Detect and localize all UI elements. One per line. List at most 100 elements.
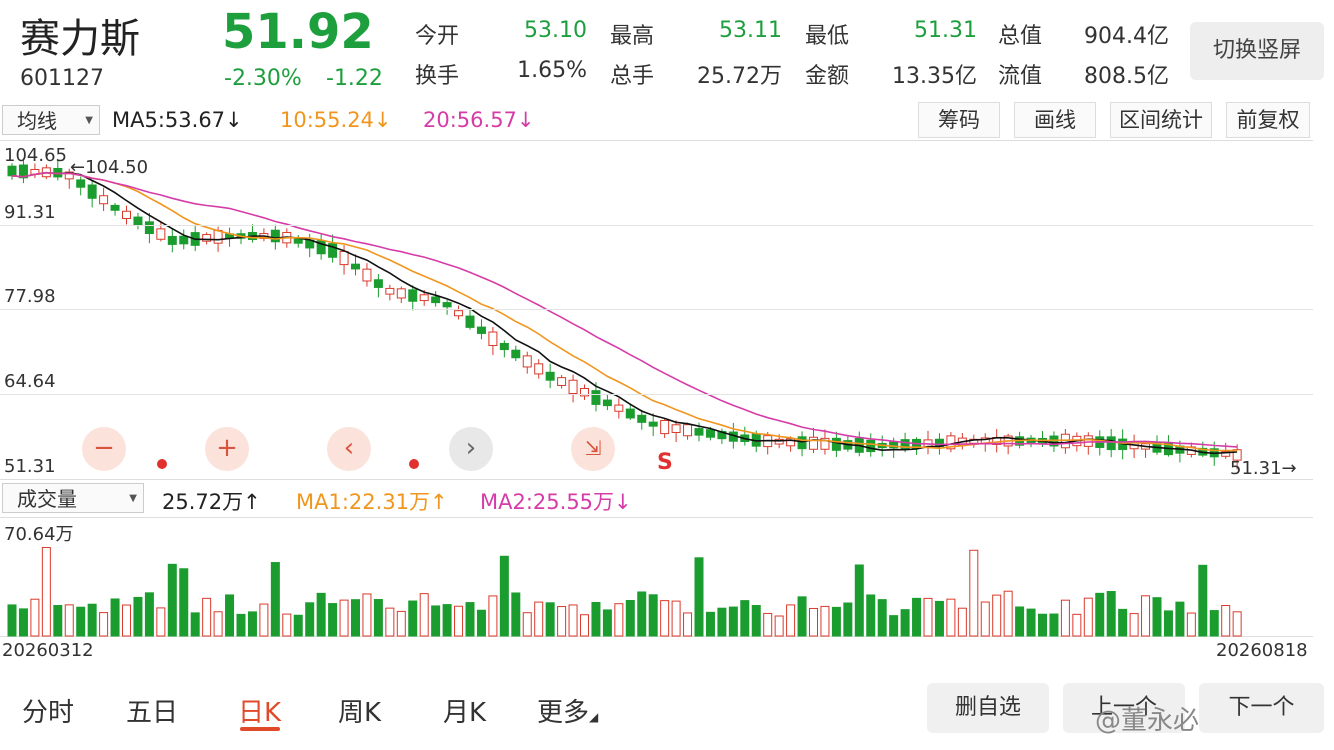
volume-bar: [305, 602, 315, 637]
candle: [362, 268, 372, 282]
candle: [179, 235, 189, 245]
date-end: 20260818: [1216, 640, 1308, 661]
candle: [511, 349, 521, 359]
zoom-out-button[interactable]: −: [82, 427, 126, 471]
interval-stats-button[interactable]: 区间统计: [1110, 102, 1212, 138]
tab-intraday[interactable]: 分时: [22, 692, 74, 729]
volume-bar: [763, 612, 773, 637]
price-axis-bottom: 51.31: [4, 456, 56, 477]
volume-bar: [557, 606, 567, 637]
next-stock-button[interactable]: 下一个: [1199, 683, 1324, 733]
candle: [660, 419, 670, 435]
candle: [476, 326, 486, 334]
price-axis-3: 77.98: [4, 286, 56, 307]
candle: [866, 439, 876, 453]
s-marker: S: [657, 450, 673, 475]
forward-adjust-button[interactable]: 前复权: [1226, 102, 1310, 138]
volume-bar: [1106, 591, 1116, 637]
volume-label: 25.72万↑: [162, 490, 261, 514]
ma-type-select[interactable]: 均线 ▼: [2, 105, 100, 135]
candle: [431, 296, 441, 304]
ma-type-label: 均线: [17, 109, 57, 133]
volume-bar: [396, 610, 406, 637]
prev-button[interactable]: ‹: [327, 427, 371, 471]
price-axis-top: 104.65: [4, 145, 67, 166]
quote-open-label: 今开: [415, 24, 460, 49]
active-tab-underline: [240, 727, 280, 731]
volume-bar: [270, 562, 280, 637]
volume-bar: [1221, 605, 1231, 637]
volume-bar: [889, 615, 899, 637]
volume-bar: [831, 606, 841, 637]
volume-bar: [99, 612, 109, 637]
candle: [442, 302, 452, 308]
volume-bar: [476, 609, 486, 637]
volume-bar: [786, 604, 796, 637]
volume-bar: [854, 564, 864, 637]
quote-mcap-label: 总值: [998, 24, 1043, 49]
candle: [797, 436, 807, 450]
volume-bar: [648, 594, 658, 637]
volume-bar: [602, 609, 612, 637]
volume-bar: [980, 601, 990, 637]
tab-more[interactable]: 更多◢: [537, 692, 598, 729]
shrink-arrows-icon[interactable]: ⇲: [571, 427, 615, 471]
volume-bar: [442, 604, 452, 637]
candle: [614, 404, 624, 412]
tab-weekly-k[interactable]: 周K: [338, 692, 381, 729]
tab-five-day[interactable]: 五日: [126, 692, 178, 729]
volume-bar: [408, 600, 418, 637]
quote-high-value: 53.11: [719, 18, 782, 43]
candle: [499, 342, 509, 351]
quote-low-value: 51.31: [914, 18, 977, 43]
candle: [419, 294, 429, 302]
volume-type-select[interactable]: 成交量 ▼: [2, 483, 144, 513]
candle: [625, 408, 635, 419]
volume-axis-top: 70.64万: [4, 524, 74, 545]
volume-bar: [202, 597, 212, 637]
volume-bar: [351, 599, 360, 637]
vol-ma1-label: MA1:22.31万↑: [296, 490, 448, 514]
volume-chart[interactable]: [0, 517, 1313, 637]
volume-bar: [122, 604, 131, 637]
kline-chart[interactable]: [0, 140, 1313, 480]
quote-float-value: 808.5亿: [1084, 64, 1169, 89]
quote-amount-label: 金额: [805, 64, 850, 89]
candle: [373, 279, 383, 288]
candle: [454, 310, 464, 317]
high-annotation: ←104.50: [70, 157, 149, 178]
volume-bar: [568, 604, 578, 637]
volume-bar: [797, 596, 807, 637]
ma5-label: MA5:53.67↓: [112, 108, 243, 132]
vol-ma2-label: MA2:25.55万↓: [480, 490, 632, 514]
remove-watchlist-button[interactable]: 删自选: [927, 683, 1049, 733]
volume-bar: [454, 605, 464, 637]
volume-bar: [934, 600, 944, 637]
volume-bar: [1209, 610, 1219, 637]
candle: [270, 229, 280, 243]
candle: [396, 288, 406, 299]
zoom-in-button[interactable]: +: [205, 427, 249, 471]
chips-button[interactable]: 筹码: [918, 102, 1000, 138]
low-annotation: 51.31→: [1230, 458, 1297, 479]
switch-portrait-button[interactable]: 切换竖屏: [1190, 22, 1324, 80]
volume-bar: [1141, 595, 1151, 637]
candle: [683, 424, 693, 437]
volume-bar: [144, 592, 154, 637]
volume-bar: [1060, 599, 1070, 637]
grid-line: [0, 394, 1313, 395]
tab-monthly-k[interactable]: 月K: [443, 692, 486, 729]
volume-bar: [946, 598, 956, 637]
draw-line-button[interactable]: 画线: [1014, 102, 1096, 138]
stock-name: 赛力斯: [20, 16, 140, 62]
volume-bar: [1118, 608, 1128, 637]
dropdown-arrow-icon: ▼: [85, 115, 93, 126]
quote-float-label: 流值: [998, 64, 1043, 89]
volume-bar: [190, 612, 200, 637]
next-button[interactable]: ›: [449, 427, 493, 471]
volume-bar: [328, 603, 338, 637]
tab-daily-k[interactable]: 日K: [238, 692, 281, 729]
volume-bar: [339, 599, 349, 637]
kline-svg: [7, 158, 1242, 470]
volume-bar: [717, 607, 727, 637]
